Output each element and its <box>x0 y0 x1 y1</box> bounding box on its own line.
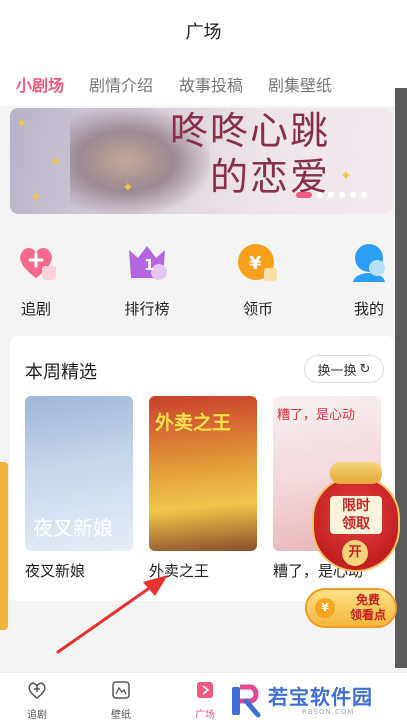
promo-red-packet[interactable]: 限时 领取 开 <box>312 462 400 574</box>
free-points-button[interactable]: ¥ 免费 领看点 <box>305 588 397 628</box>
free-points-label: 免费 领看点 <box>349 593 386 622</box>
quick-actions: 追剧 1 排行榜 ¥ 领币 我的 <box>0 222 395 322</box>
butterfly-icon: ✦ <box>16 116 28 132</box>
butterfly-icon: ✦ <box>30 190 42 206</box>
nav-item-follow[interactable]: 追剧 <box>12 679 62 721</box>
drama-poster[interactable]: 外卖之王 <box>149 396 257 551</box>
banner-carousel[interactable]: 咚咚心跳 的恋爱 ✦ ✦ ✦ ✦ ✦ <box>10 108 393 214</box>
butterfly-icon: ✦ <box>50 154 62 170</box>
side-floating-tab[interactable] <box>0 462 8 630</box>
quick-action-ranking[interactable]: 1 排行榜 <box>115 240 179 319</box>
site-watermark: 若宝软件园 RBSON.COM <box>226 677 407 725</box>
butterfly-icon: ✦ <box>340 168 352 184</box>
drama-title[interactable]: 外卖之王 <box>149 560 209 581</box>
scrollbar[interactable] <box>395 88 407 668</box>
carousel-dot[interactable] <box>350 192 356 198</box>
page-title: 广场 <box>185 22 222 43</box>
wallpaper-icon <box>112 681 130 699</box>
square-icon <box>197 682 213 698</box>
butterfly-icon: ✦ <box>122 180 134 196</box>
svg-text:¥: ¥ <box>249 253 262 274</box>
poster-text: 夜叉新娘 <box>33 516 113 540</box>
nav-item-wallpaper[interactable]: 壁纸 <box>96 679 146 721</box>
user-icon <box>353 244 385 282</box>
heart-plus-icon <box>28 682 46 699</box>
tab-wallpapers[interactable]: 剧集壁纸 <box>268 72 332 96</box>
watermark-url: RBSON.COM <box>302 708 355 716</box>
carousel-dot[interactable] <box>339 192 345 198</box>
quick-action-label: 领币 <box>242 300 273 318</box>
section-title: 本周精选 <box>25 362 97 383</box>
open-button[interactable]: 开 <box>342 540 368 566</box>
nav-label: 壁纸 <box>111 710 131 721</box>
quick-action-coins[interactable]: ¥ 领币 <box>226 240 290 319</box>
quick-action-mine[interactable]: 我的 <box>337 240 401 319</box>
nav-label: 广场 <box>195 710 215 721</box>
coin-yen-icon: ¥ <box>238 244 277 281</box>
carousel-dot[interactable] <box>361 192 367 198</box>
poster-text: 糟了，是心动 <box>277 408 356 423</box>
carousel-dot[interactable] <box>328 192 334 198</box>
refresh-label: 换一换 <box>317 363 357 379</box>
promo-label: 限时 领取 <box>330 496 382 534</box>
poster-text: 外卖之王 <box>155 412 232 434</box>
top-bar: 广场 <box>0 0 407 60</box>
carousel-dot-active[interactable] <box>296 192 312 198</box>
quick-action-label: 追剧 <box>20 300 51 318</box>
heart-plus-icon <box>20 247 56 280</box>
quick-action-label: 我的 <box>353 300 384 318</box>
watermark-name: 若宝软件园 <box>268 685 373 709</box>
refresh-icon: ↻ <box>359 361 371 377</box>
crown-rank-icon: 1 <box>129 246 167 280</box>
quick-action-follow[interactable]: 追剧 <box>4 240 68 319</box>
drama-poster[interactable]: 夜叉新娘 <box>25 396 133 551</box>
drama-title[interactable]: 夜叉新娘 <box>25 560 85 581</box>
refresh-button[interactable]: 换一换 ↻ <box>304 355 384 383</box>
coin-icon: ¥ <box>315 598 335 618</box>
nav-label: 追剧 <box>27 710 47 721</box>
tab-bar: 小剧场 剧情介绍 故事投稿 剧集壁纸 <box>0 60 407 106</box>
red-packet-knot <box>330 462 382 484</box>
nav-item-square[interactable]: 广场 <box>180 679 230 721</box>
carousel-indicator <box>296 192 367 198</box>
quick-action-label: 排行榜 <box>124 300 170 318</box>
svg-text:1: 1 <box>144 256 154 274</box>
banner-title: 咚咚心跳 的恋爱 <box>170 109 331 199</box>
tab-mini-theater[interactable]: 小剧场 <box>16 72 64 96</box>
carousel-dot[interactable] <box>317 192 323 198</box>
tab-plot-intro[interactable]: 剧情介绍 <box>89 72 153 96</box>
watermark-logo-icon <box>232 684 261 718</box>
tab-story-submit[interactable]: 故事投稿 <box>179 72 243 96</box>
